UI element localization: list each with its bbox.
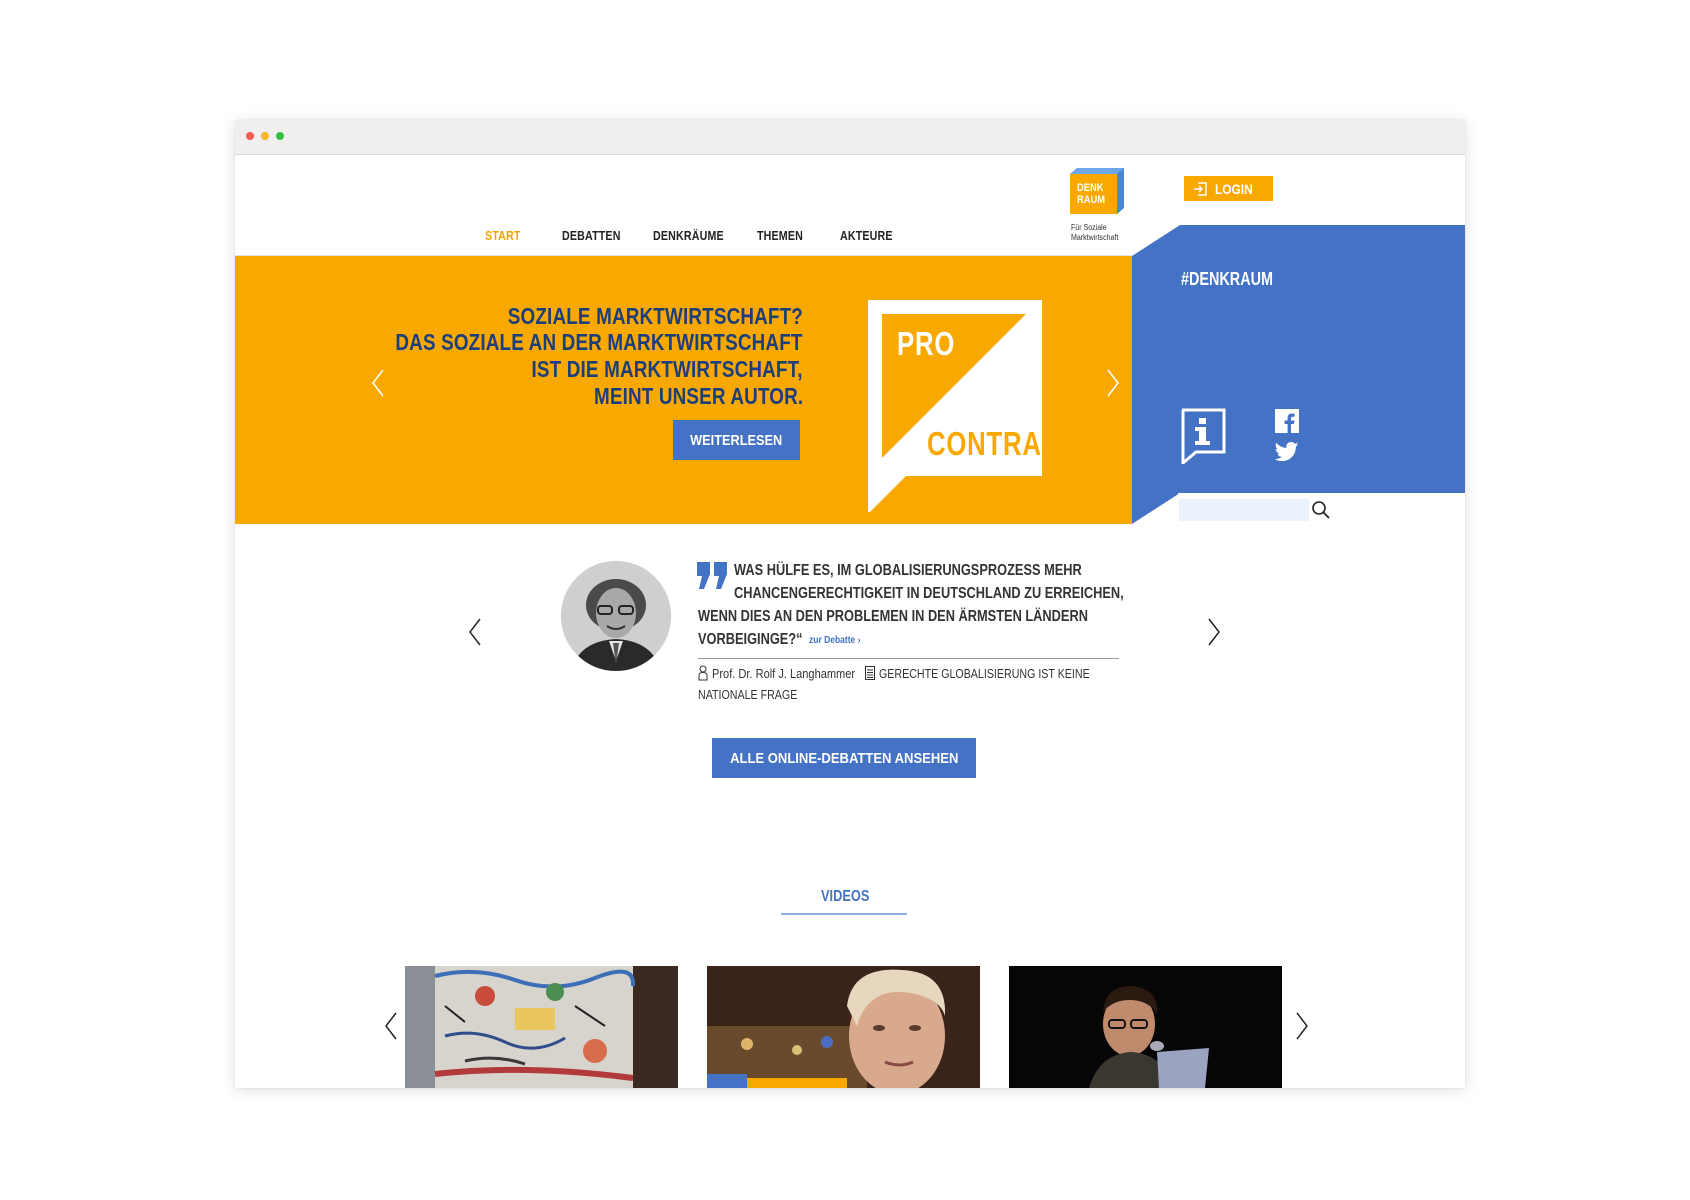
hero-slider: SOZIALE MARKTWIRTSCHAFT? DAS SOZIALE AN … (235, 256, 1132, 524)
videos-next-arrow-icon[interactable] (1294, 1011, 1310, 1041)
nav-item-debatten[interactable]: DEBATTEN (562, 228, 621, 243)
search-icon[interactable] (1311, 500, 1331, 520)
videos-heading: VIDEOS (821, 888, 870, 905)
facebook-icon[interactable] (1275, 409, 1299, 433)
quote-line-4: VORBEIGINGE?“ (698, 631, 803, 648)
video-thumbnail-2[interactable] (707, 966, 980, 1088)
author-avatar[interactable] (561, 561, 671, 671)
login-icon (1194, 182, 1207, 196)
hero-headline-line-1: SOZIALE MARKTWIRTSCHAFT? (507, 303, 803, 329)
search-input[interactable] (1179, 499, 1309, 521)
author-name-link[interactable]: Prof. Dr. Rolf J. Langhammer (712, 666, 855, 681)
minimize-window-dot[interactable] (261, 132, 269, 140)
video-3-image (1009, 966, 1282, 1088)
nav-item-start[interactable]: START (485, 228, 521, 243)
nav-item-themen[interactable]: THEMEN (757, 228, 803, 243)
page-viewport: START DEBATTEN DENKRÄUME THEMEN AKTEURE … (235, 155, 1465, 1088)
quote-line-2: CHANCENGERECHTIGKEIT IN DEUTSCHLAND ZU E… (734, 585, 1124, 602)
maximize-window-dot[interactable] (276, 132, 284, 140)
person-icon (698, 665, 708, 681)
logo-text-2: RAUM (1077, 194, 1106, 206)
quote-mark-icon (697, 562, 727, 589)
videos-heading-underline (781, 913, 907, 915)
hero-headline: SOZIALE MARKTWIRTSCHAFT? DAS SOZIALE AN … (235, 303, 803, 413)
logo-text-1: DENK (1077, 182, 1104, 194)
weiterlesen-button[interactable]: WEITERLESEN (673, 420, 800, 460)
video-1-image (405, 966, 678, 1088)
weiterlesen-label: WEITERLESEN (690, 431, 783, 449)
logo-subtitle-2: Marktwirtschaft (1071, 233, 1119, 242)
twitter-icon[interactable] (1275, 442, 1299, 462)
logo[interactable]: DENK RAUM Für Soziale Marktwirtschaft (1070, 168, 1130, 248)
video-thumbnail-1[interactable] (405, 966, 678, 1088)
author-portrait-image (561, 561, 671, 671)
hero-headline-line-3: IST DIE MARKTWIRTSCHAFT, (531, 356, 803, 382)
quote-slider: WAS HÜLFE ES, IM GLOBALISIERUNGSPROZESS … (235, 550, 1465, 730)
close-window-dot[interactable] (246, 132, 254, 140)
quote-line-1: WAS HÜLFE ES, IM GLOBALISIERUNGSPROZESS … (734, 562, 1082, 579)
hero-headline-line-2: DAS SOZIALE AN DER MARKTWIRTSCHAFT (395, 329, 803, 355)
videos-prev-arrow-icon[interactable] (383, 1011, 399, 1041)
info-icon[interactable] (1180, 408, 1226, 464)
all-debates-label: ALLE ONLINE-DEBATTEN ANSEHEN (729, 749, 959, 767)
nav-item-denkraeume[interactable]: DENKRÄUME (653, 228, 724, 243)
badge-pro-text: PRO (897, 325, 956, 362)
all-debates-button[interactable]: ALLE ONLINE-DEBATTEN ANSEHEN (712, 738, 976, 778)
sidebar-hashtag[interactable]: #DENKRAUM (1181, 269, 1273, 290)
article-title-line-2[interactable]: NATIONALE FRAGE (698, 687, 797, 702)
document-icon (865, 666, 875, 680)
pro-contra-badge: PRO CONTRA (868, 300, 1042, 512)
browser-titlebar (235, 120, 1465, 155)
video-2-image (707, 966, 980, 1088)
nav-item-akteure[interactable]: AKTEURE (840, 228, 893, 243)
quote-next-arrow-icon[interactable] (1206, 617, 1222, 647)
badge-contra-text: CONTRA (927, 425, 1042, 462)
login-button[interactable]: LOGIN (1184, 176, 1273, 201)
denkraum-sidebar: #DENKRAUM (1132, 225, 1465, 525)
zur-debatte-link[interactable]: zur Debatte › (809, 635, 860, 646)
hero-next-arrow-icon[interactable] (1105, 368, 1121, 398)
video-thumbnail-3[interactable] (1009, 966, 1282, 1088)
logo-subtitle-1: Für Soziale (1071, 223, 1107, 232)
hero-headline-line-4: MEINT UNSER AUTOR. (593, 383, 803, 409)
browser-window: START DEBATTEN DENKRÄUME THEMEN AKTEURE … (235, 120, 1465, 1088)
quote-divider (698, 658, 1119, 659)
hero-prev-arrow-icon[interactable] (370, 368, 386, 398)
login-label: LOGIN (1215, 181, 1253, 197)
quote-line-3: WENN DIES AN DEN PROBLEMEN IN DEN ÄRMSTE… (698, 608, 1088, 625)
quote-prev-arrow-icon[interactable] (467, 617, 483, 647)
article-title-line-1[interactable]: GERECHTE GLOBALISIERUNG IST KEINE (879, 666, 1090, 681)
